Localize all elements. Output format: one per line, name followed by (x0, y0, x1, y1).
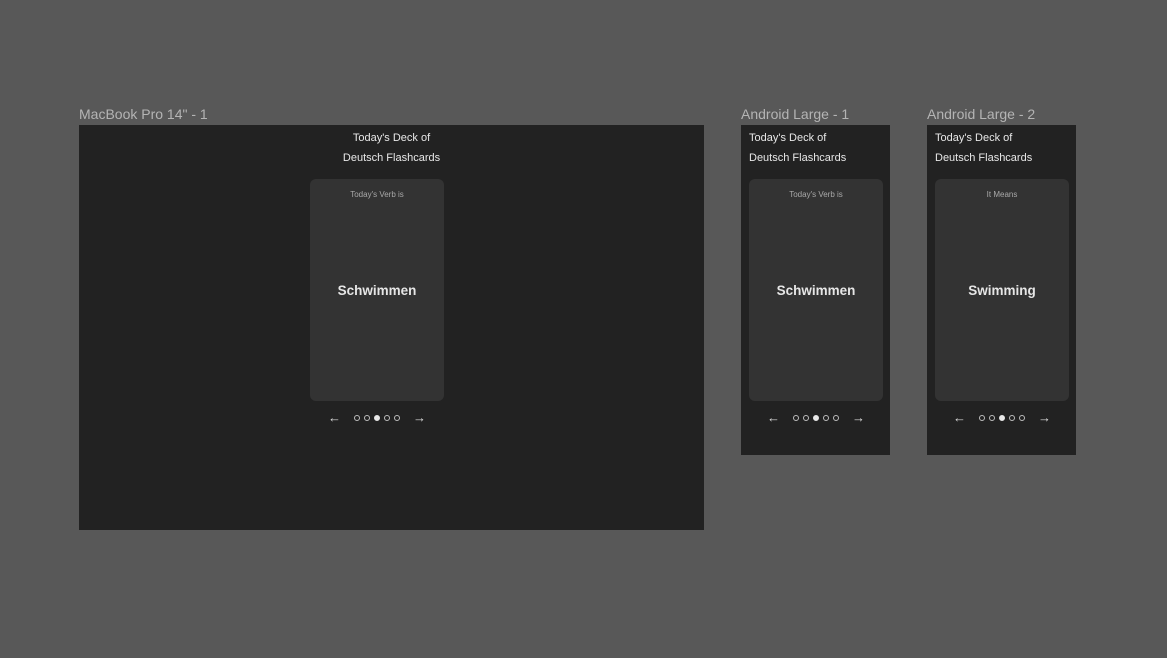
deck-title-line1: Today's Deck of (935, 132, 1013, 144)
frame-label-android-2[interactable]: Android Large - 2 (927, 106, 1035, 122)
pager: ← → (749, 411, 883, 425)
flashcard[interactable]: Today's Verb is Schwimmen (749, 179, 883, 401)
deck-title-line2: Deutsch Flashcards (342, 152, 441, 164)
pager-dot[interactable] (364, 415, 370, 421)
card-caption: Today's Verb is (789, 190, 843, 199)
card-caption: Today's Verb is (350, 190, 404, 199)
prev-arrow-icon[interactable]: ← (953, 411, 966, 425)
prev-arrow-icon[interactable]: ← (767, 411, 780, 425)
pager-dot[interactable] (354, 415, 360, 421)
pager-dots (791, 415, 841, 421)
card-word: Schwimmen (776, 283, 856, 298)
frame-android-1: Today's Deck of Deutsch Flashcards Today… (741, 125, 890, 455)
pager-dot[interactable] (979, 415, 985, 421)
flashcard[interactable]: It Means Swimming (935, 179, 1069, 401)
pager: ← → (310, 411, 444, 425)
pager-dot[interactable] (793, 415, 799, 421)
next-arrow-icon[interactable]: → (852, 411, 865, 425)
pager-dot[interactable] (823, 415, 829, 421)
pager-dot[interactable] (803, 415, 809, 421)
deck-title-line1: Today's Deck of (352, 132, 431, 144)
deck-title-line1: Today's Deck of (749, 132, 827, 144)
card-word: Swimming (968, 283, 1036, 298)
pager-dots (977, 415, 1027, 421)
flashcard[interactable]: Today's Verb is Schwimmen (310, 179, 444, 401)
deck-title-line2: Deutsch Flashcards (935, 152, 1033, 164)
frame-macbook: Today's Deck of Deutsch Flashcards Today… (79, 125, 704, 530)
pager-dot[interactable] (384, 415, 390, 421)
pager-dot[interactable] (1009, 415, 1015, 421)
next-arrow-icon[interactable]: → (1038, 411, 1051, 425)
next-arrow-icon[interactable]: → (413, 411, 426, 425)
prev-arrow-icon[interactable]: ← (328, 411, 341, 425)
pager-dot[interactable] (394, 415, 400, 421)
frame-label-macbook[interactable]: MacBook Pro 14" - 1 (79, 106, 208, 122)
pager-dot-active[interactable] (813, 415, 819, 421)
pager-dots (352, 415, 402, 421)
pager-dot[interactable] (989, 415, 995, 421)
pager-dot-active[interactable] (999, 415, 1005, 421)
deck-title-line2: Deutsch Flashcards (749, 152, 847, 164)
pager-dot-active[interactable] (374, 415, 380, 421)
card-caption: It Means (986, 190, 1018, 199)
card-word: Schwimmen (337, 283, 417, 298)
frame-android-2: Today's Deck of Deutsch Flashcards It Me… (927, 125, 1076, 455)
pager-dot[interactable] (1019, 415, 1025, 421)
frame-label-android-1[interactable]: Android Large - 1 (741, 106, 849, 122)
pager-dot[interactable] (833, 415, 839, 421)
pager: ← → (935, 411, 1069, 425)
